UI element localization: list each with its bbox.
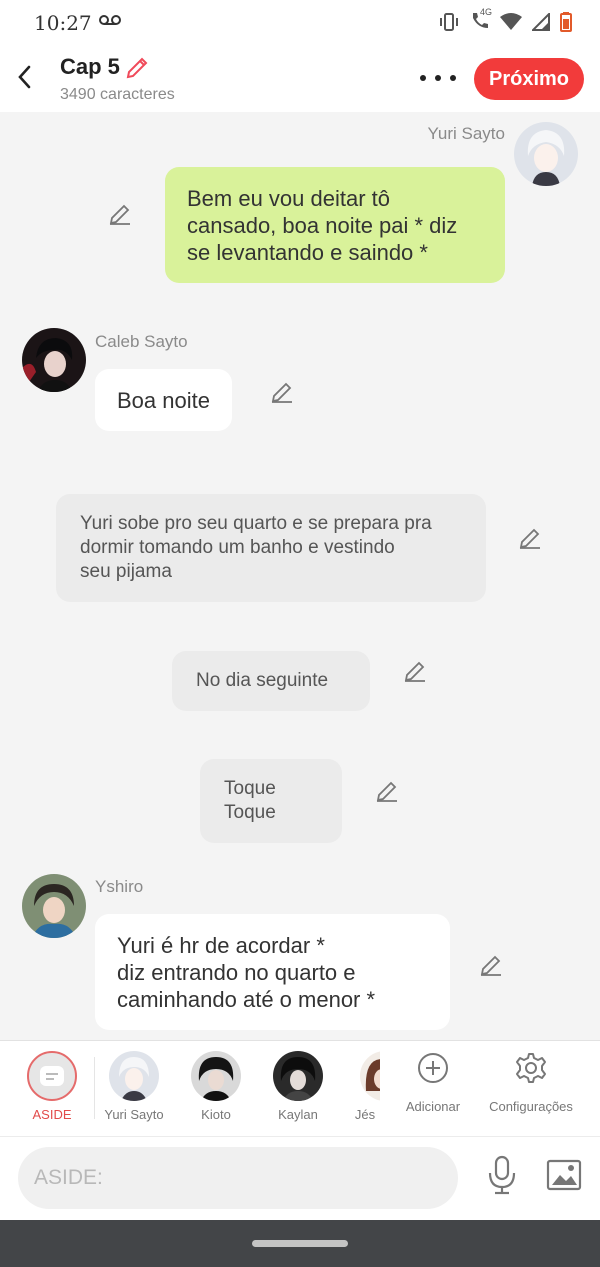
settings-button[interactable]: Configurações: [484, 1051, 578, 1114]
aside-icon: [40, 1066, 64, 1086]
message-bubble[interactable]: Boa noite: [95, 369, 232, 431]
edit-message-icon[interactable]: [518, 526, 542, 550]
microphone-icon[interactable]: [486, 1155, 518, 1195]
more-options-button[interactable]: [420, 66, 456, 90]
edit-message-icon[interactable]: [403, 659, 427, 683]
signal-icon: [532, 12, 550, 31]
edit-message-icon[interactable]: [108, 202, 132, 226]
app-header: Cap 5 3490 caracteres Próximo: [0, 46, 600, 112]
avatar[interactable]: [22, 874, 86, 938]
image-icon[interactable]: [546, 1159, 582, 1191]
character-tab-yuri[interactable]: Yuri Sayto: [100, 1051, 168, 1122]
chat-area[interactable]: Yuri Sayto Bem eu vou deitar tô cansado,…: [0, 112, 600, 1040]
add-icon: [418, 1053, 448, 1083]
chapter-title: Cap 5: [60, 54, 120, 79]
edit-message-icon[interactable]: [375, 779, 399, 803]
status-bar: 10:27 4G: [0, 0, 600, 46]
system-nav-bar: [0, 1220, 600, 1267]
voicemail-icon: [99, 15, 121, 25]
home-gesture-handle[interactable]: [252, 1240, 348, 1247]
avatar: [109, 1051, 159, 1101]
character-label: Kioto: [201, 1107, 231, 1122]
gear-icon: [516, 1053, 546, 1083]
character-tab-aside[interactable]: ASIDE: [26, 1051, 78, 1122]
character-label: Kaylan: [278, 1107, 318, 1122]
character-label: Jés: [354, 1107, 376, 1122]
add-label: Adicionar: [405, 1099, 461, 1114]
character-tab-kaylan[interactable]: Kaylan: [268, 1051, 328, 1122]
character-count: 3490 caracteres: [60, 86, 175, 103]
battery-icon: [560, 11, 572, 32]
network-type: 4G: [480, 7, 493, 17]
next-button[interactable]: Próximo: [474, 58, 584, 100]
character-label: ASIDE: [32, 1107, 72, 1122]
edit-message-icon[interactable]: [479, 953, 503, 977]
character-tab-kioto[interactable]: Kioto: [186, 1051, 246, 1122]
status-time: 10:27: [34, 11, 92, 35]
message-bubble[interactable]: Yuri é hr de acordar * diz entrando no q…: [95, 914, 450, 1030]
back-icon[interactable]: [12, 62, 36, 92]
speaker-name: Yshiro: [95, 877, 144, 896]
vibrate-icon: [440, 12, 458, 31]
avatar[interactable]: [22, 328, 86, 392]
avatar: [273, 1051, 323, 1101]
character-label: Yuri Sayto: [104, 1107, 164, 1122]
avatar: [360, 1051, 380, 1101]
narration-bubble[interactable]: Yuri sobe pro seu quarto e se prepara pr…: [56, 494, 486, 602]
message-input[interactable]: [18, 1147, 458, 1209]
avatar: [191, 1051, 241, 1101]
speaker-name: Caleb Sayto: [95, 332, 188, 351]
edit-message-icon[interactable]: [270, 380, 294, 404]
narration-bubble[interactable]: Toque Toque: [200, 759, 342, 843]
narration-bubble[interactable]: No dia seguinte: [172, 651, 370, 711]
aside-avatar: [27, 1051, 77, 1101]
call-4g-icon: 4G: [470, 7, 492, 32]
character-tab-jes[interactable]: Jés: [350, 1051, 380, 1122]
speaker-name: Yuri Sayto: [427, 124, 506, 143]
divider: [94, 1057, 95, 1119]
settings-label: Configurações: [489, 1099, 573, 1114]
character-bar: ASIDE Yuri Sayto Kioto Kaylan Jés Adicio…: [0, 1040, 600, 1136]
composer: [0, 1136, 600, 1220]
message-bubble[interactable]: Bem eu vou deitar tô cansado, boa noite …: [165, 167, 505, 283]
edit-title-icon[interactable]: [124, 55, 150, 81]
wifi-icon: [500, 12, 522, 30]
add-character-button[interactable]: Adicionar: [400, 1051, 466, 1114]
avatar[interactable]: [514, 122, 578, 186]
